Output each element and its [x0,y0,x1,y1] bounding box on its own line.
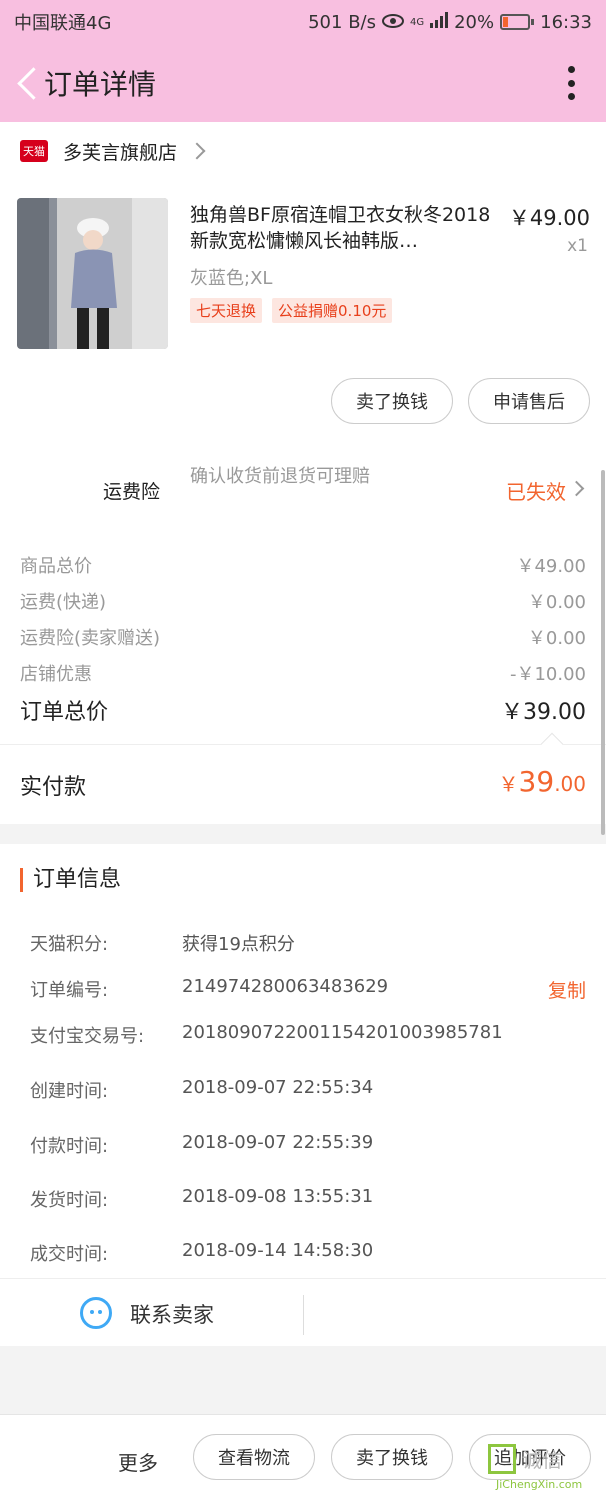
actual-payment-label: 实付款 [20,775,87,800]
eye-icon [381,12,404,33]
back-icon[interactable] [12,68,42,98]
network-type: 4G [409,16,425,28]
shipped-label: 发货时间: [30,1190,109,1211]
order-number-value: 214974280063483629 [182,976,389,997]
alipay-label: 支付宝交易号: [30,1026,145,1047]
insurance-status: 已失效 [506,480,566,504]
product-spec: 灰蓝色;XL [190,268,273,289]
completed-row: 成交时间: 2018-09-14 14:58:30 [30,1240,586,1270]
product-title[interactable]: 独角兽BF原宿连帽卫衣女秋冬2018新款宽松慵懒风长袖韩版… [190,202,500,254]
points-row: 天猫积分: 获得19点积分 [30,930,586,960]
payment-integer: 39 [518,765,555,798]
tag-charity: 公益捐赠0.10元 [272,298,393,323]
tmall-badge-icon: 天猫 [20,140,48,162]
order-total-row: 订单总价 ￥39.00 [20,694,586,726]
battery-icon [500,14,535,30]
watermark-box-icon [488,1444,516,1474]
summary-label: 店铺优惠 [20,664,92,685]
price-summary: 商品总价 ￥49.00 运费(快递) ￥0.00 运费险(卖家赠送) ￥0.00… [0,530,606,744]
summary-row: 店铺优惠 -￥10.00 [20,660,586,686]
contact-seller-button[interactable]: 联系卖家 [130,1299,214,1329]
order-total-value: ￥39.00 [501,700,586,725]
store-name: 多芙言旗舰店 [63,141,178,164]
chevron-right-icon [568,480,585,497]
shipped-row: 发货时间: 2018-09-08 13:55:31 [30,1186,586,1216]
watermark-text: 诚信 [522,1448,562,1472]
summary-row: 商品总价 ￥49.00 [20,552,586,578]
shipped-value: 2018-09-08 13:55:31 [182,1186,374,1207]
chat-bubble-icon[interactable] [80,1297,112,1329]
chevron-right-icon [188,142,206,160]
order-info: 订单信息 天猫积分: 获得19点积分 订单编号: 214974280063483… [0,844,606,1278]
divider [303,1295,304,1335]
network-speed: 501 B/s [308,11,376,33]
paid-time-value: 2018-09-07 22:55:39 [182,1132,374,1153]
more-menu-icon[interactable] [566,66,576,100]
product-price: ￥49.00 [508,206,590,230]
summary-row: 运费险(卖家赠送) ￥0.00 [20,624,586,650]
watermark-logo: 诚信 JiChengXin.com [486,1442,604,1500]
summary-row: 运费(快递) ￥0.00 [20,588,586,614]
summary-label: 商品总价 [20,556,92,577]
store-row[interactable]: 天猫 多芙言旗舰店 [0,122,606,180]
carrier-label: 中国联通4G [14,13,112,34]
more-button[interactable]: 更多 [118,1447,158,1476]
status-bar: 中国联通4G 501 B/s 4G 20% 16:33 [0,0,606,44]
resell-button[interactable]: 卖了换钱 [331,378,453,424]
actual-payment-row: 实付款 ￥39.00 [0,732,606,824]
product-tags: 七天退换 公益捐赠0.10元 [190,298,393,323]
summary-value: ￥49.00 [516,556,586,577]
resell-button-bottom[interactable]: 卖了换钱 [331,1434,453,1480]
contact-seller-row: 联系卖家 [0,1278,606,1346]
bottom-action-bar: 更多 查看物流 卖了换钱 追加评价 诚信 JiChengXin.com [0,1414,606,1500]
paid-time-row: 付款时间: 2018-09-07 22:55:39 [30,1132,586,1162]
summary-value: -￥10.00 [509,664,586,685]
points-label: 天猫积分: [30,934,109,955]
alipay-row: 支付宝交易号: 2018090722001154201003985781 [30,1022,586,1052]
view-logistics-button[interactable]: 查看物流 [193,1434,315,1480]
product-card: 独角兽BF原宿连帽卫衣女秋冬2018新款宽松慵懒风长袖韩版… ￥49.00 x1… [0,180,606,450]
watermark-url: JiChengXin.com [496,1478,583,1491]
order-total-label: 订单总价 [20,700,109,725]
copy-button[interactable]: 复制 [548,976,586,1003]
summary-value: ￥0.00 [527,628,586,649]
currency-symbol: ￥ [498,772,519,796]
status-indicators: 501 B/s 4G 20% 16:33 [308,11,592,33]
after-sale-button[interactable]: 申请售后 [468,378,590,424]
created-label: 创建时间: [30,1081,109,1102]
page-title: 订单详情 [44,68,157,101]
header: 订单详情 [0,44,606,122]
order-number-label: 订单编号: [30,980,109,1001]
alipay-value: 2018090722001154201003985781 [182,1022,503,1043]
payment-decimal: .00 [554,772,586,796]
summary-label: 运费险(卖家赠送) [20,628,161,649]
completed-value: 2018-09-14 14:58:30 [182,1240,374,1261]
order-info-title: 订单信息 [20,868,121,892]
completed-label: 成交时间: [30,1244,109,1265]
tag-seven-day-return: 七天退换 [190,298,263,323]
summary-value: ￥0.00 [527,592,586,613]
order-number-row: 订单编号: 214974280063483629 复制 [30,976,586,1006]
product-quantity: x1 [567,236,588,256]
scrollbar[interactable] [601,470,605,835]
created-row: 创建时间: 2018-09-07 22:55:34 [30,1077,586,1107]
battery-percent: 20% [454,11,495,33]
product-thumbnail[interactable] [17,198,168,349]
created-value: 2018-09-07 22:55:34 [182,1077,374,1098]
paid-time-label: 付款时间: [30,1136,109,1157]
insurance-description: 确认收货前退货可理赔 [190,466,370,487]
summary-label: 运费(快递) [20,592,107,613]
insurance-label: 运费险 [103,481,161,503]
actual-payment-value: ￥39.00 [499,765,586,798]
signal-icon [430,11,449,33]
shipping-insurance-row[interactable]: 运费险 确认收货前退货可理赔 已失效 [0,450,606,530]
clock: 16:33 [540,11,592,33]
points-value: 获得19点积分 [182,934,295,955]
